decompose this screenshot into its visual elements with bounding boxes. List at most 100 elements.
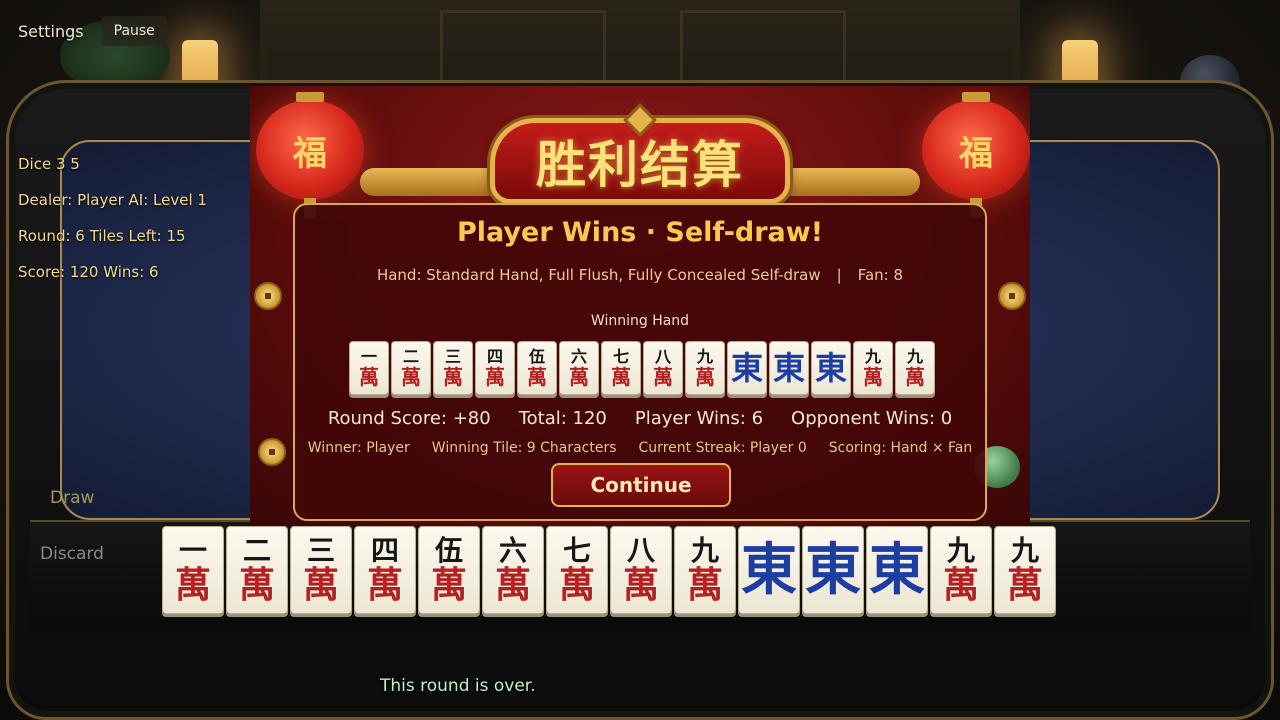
character-tile[interactable]: 六萬 [482,526,544,614]
character-tile[interactable]: 八萬 [610,526,672,614]
tile-glyph: 東 [869,537,925,603]
tile-suit: 萬 [622,564,659,606]
east-wind-tile[interactable]: 東 [738,526,800,614]
scoring-text: Scoring: Hand × Fan [828,440,973,456]
tile-suit: 萬 [302,564,339,606]
player-wins: Player Wins: 6 [634,408,764,429]
character-tile[interactable]: 二萬 [226,526,288,614]
character-tile: 九萬 [853,341,893,395]
result-panel: Player Wins · Self-draw! Hand: Standard … [293,203,987,521]
character-tile: 一萬 [349,341,389,395]
discard-button[interactable]: Discard [40,544,104,564]
tile-suit: 萬 [942,564,979,606]
character-tile: 伍萬 [517,341,557,395]
tile-suit: 萬 [443,365,463,389]
tile-number: 四 [370,534,399,567]
tile-suit: 萬 [558,564,595,606]
tile-suit: 萬 [485,365,505,389]
draw-button[interactable]: Draw [50,488,94,508]
game-stats: Dice 3 5 Dealer: Player AI: Level 1 Roun… [18,154,207,298]
tile-suit: 萬 [611,365,631,389]
top-controls: Settings Pause [8,16,167,46]
tile-glyph: 東 [814,349,847,387]
character-tile: 八萬 [643,341,683,395]
pause-button[interactable]: Pause [101,16,167,46]
hand-type-text: Hand: Standard Hand, Full Flush, Fully C… [376,266,821,284]
character-tile[interactable]: 九萬 [930,526,992,614]
score-summary: Round Score: +80 Total: 120 Player Wins:… [295,408,985,429]
result-headline: Player Wins · Self-draw! [456,217,824,248]
tile-suit: 萬 [863,365,883,389]
tile-number: 六 [570,347,587,366]
tile-suit: 萬 [695,365,715,389]
tile-glyph: 東 [805,537,861,603]
score-readout: Score: 120 Wins: 6 [18,263,159,281]
character-tile: 七萬 [601,341,641,395]
winning-hand-label: Winning Hand [590,313,690,329]
continue-button[interactable]: Continue [551,463,731,507]
winning-tile-text: Winning Tile: 9 Characters [431,440,617,456]
tile-number: 四 [486,347,503,366]
tile-number: 八 [654,347,671,366]
tile-number: 二 [402,347,419,366]
character-tile[interactable]: 九萬 [674,526,736,614]
character-tile[interactable]: 伍萬 [418,526,480,614]
tile-number: 九 [1010,534,1039,567]
tile-number: 九 [864,347,881,366]
hand-summary: Hand: Standard Hand, Full Flush, Fully C… [295,266,985,284]
tile-glyph: 東 [741,537,797,603]
right-lantern: 福 [922,92,1030,218]
character-tile: 九萬 [895,341,935,395]
tile-suit: 萬 [238,564,275,606]
east-wind-tile: 東 [811,341,851,395]
status-message: This round is over. [380,676,536,696]
coin-icon [254,282,282,310]
tile-suit: 萬 [430,564,467,606]
tile-number: 六 [498,534,527,567]
tile-number: 七 [612,347,629,366]
tile-number: 三 [306,534,335,567]
tile-suit: 萬 [174,564,211,606]
character-tile[interactable]: 三萬 [290,526,352,614]
tile-suit: 萬 [366,564,403,606]
victory-banner: 胜利结算 [360,103,920,204]
tile-number: 伍 [434,534,463,567]
fan-text: Fan: 8 [857,266,904,284]
tile-number: 三 [444,347,461,366]
east-wind-tile: 東 [727,341,767,395]
tile-number: 七 [562,534,591,567]
tile-number: 九 [696,347,713,366]
tile-suit: 萬 [905,365,925,389]
east-wind-tile: 東 [769,341,809,395]
tile-number: 九 [946,534,975,567]
tile-number: 伍 [528,347,545,366]
tile-glyph: 東 [772,349,805,387]
result-dialog: 福 福 胜利结算 Player Wins · Self-draw! Hand: … [250,86,1030,526]
dice-readout: Dice 3 5 [18,155,80,173]
character-tile[interactable]: 九萬 [994,526,1056,614]
character-tile: 九萬 [685,341,725,395]
east-wind-tile[interactable]: 東 [802,526,864,614]
opponent-wins: Opponent Wins: 0 [791,408,953,429]
separator: | [836,266,842,284]
settings-button[interactable]: Settings [8,18,94,45]
coin-icon [258,438,286,466]
character-tile[interactable]: 四萬 [354,526,416,614]
tile-suit: 萬 [569,365,589,389]
winner-text: Winner: Player [307,440,410,456]
tile-suit: 萬 [1006,564,1043,606]
player-hand: 一萬二萬三萬四萬伍萬六萬七萬八萬九萬東東東九萬九萬 [162,526,1058,614]
winning-hand-tiles: 一萬二萬三萬四萬伍萬六萬七萬八萬九萬東東東九萬九萬 [349,341,937,395]
result-details: Winner: Player Winning Tile: 9 Character… [295,440,985,456]
character-tile[interactable]: 一萬 [162,526,224,614]
character-tile: 三萬 [433,341,473,395]
total-score: Total: 120 [518,408,607,429]
tile-number: 一 [178,534,207,567]
left-lantern: 福 [256,92,364,218]
tile-glyph: 東 [730,349,763,387]
east-wind-tile[interactable]: 東 [866,526,928,614]
character-tile[interactable]: 七萬 [546,526,608,614]
tile-number: 九 [906,347,923,366]
tile-number: 一 [360,347,377,366]
dealer-readout: Dealer: Player AI: Level 1 [18,191,207,209]
